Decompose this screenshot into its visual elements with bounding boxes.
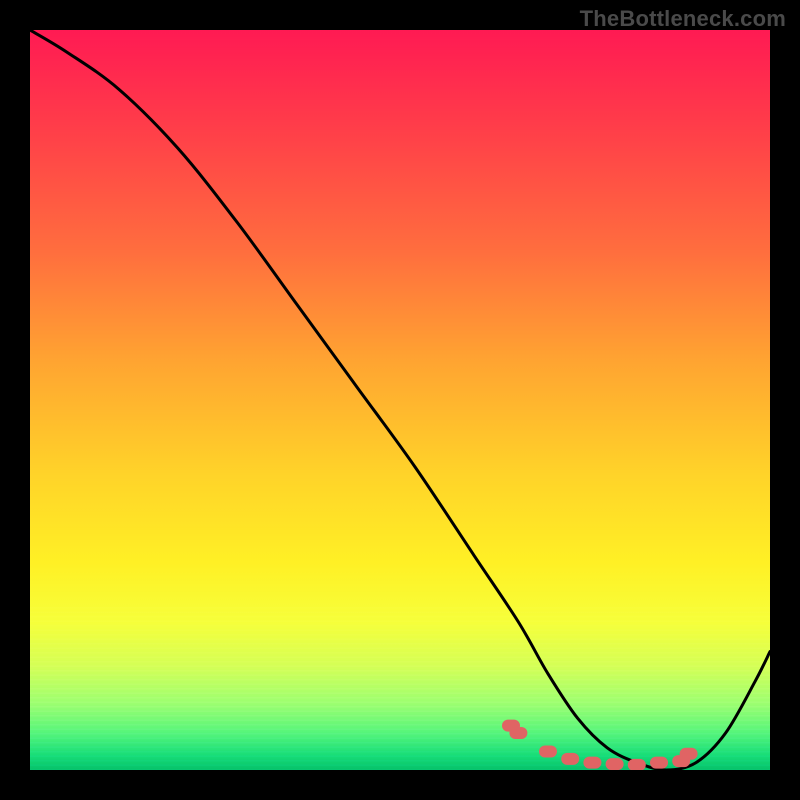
watermark-text: TheBottleneck.com <box>580 6 786 32</box>
highlight-point <box>583 757 601 769</box>
chart-frame: TheBottleneck.com <box>0 0 800 800</box>
highlight-point <box>650 757 668 769</box>
plot-area <box>30 30 770 770</box>
highlight-point <box>628 759 646 770</box>
highlight-point <box>539 746 557 758</box>
curve-layer <box>30 30 770 770</box>
highlight-points <box>502 720 698 770</box>
highlight-point <box>561 753 579 765</box>
highlight-point <box>680 748 698 760</box>
highlight-point <box>606 758 624 770</box>
bottleneck-curve <box>30 30 770 770</box>
highlight-point <box>509 727 527 739</box>
